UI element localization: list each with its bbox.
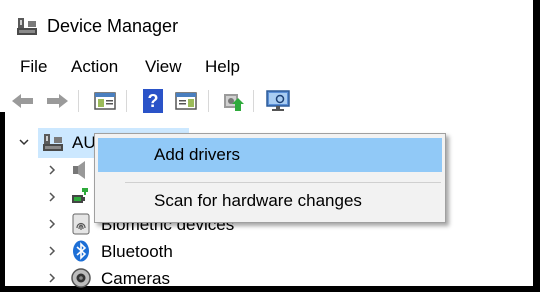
update-driver-icon (224, 94, 244, 111)
menu-item-label: Scan for hardware changes (154, 191, 362, 210)
show-hide-tree-button[interactable] (92, 88, 118, 114)
help-button[interactable]: ? (140, 88, 166, 114)
tree-item-label: Bluetooth (101, 242, 173, 261)
chevron-right-icon[interactable] (46, 191, 58, 203)
audio-speaker-icon (73, 161, 85, 179)
forward-arrow-icon (47, 94, 68, 108)
menu-bar: File Action View Help (0, 54, 533, 82)
title-bar: Device Manager (0, 0, 533, 52)
chevron-right-icon[interactable] (46, 164, 58, 176)
toolbar: ? (0, 84, 533, 118)
add-drivers-menu-item[interactable]: Add drivers (98, 138, 442, 172)
back-arrow-icon (12, 94, 33, 108)
fingerprint-icon (72, 213, 90, 235)
scan-hardware-changes-menu-item[interactable]: Scan for hardware changes (98, 184, 442, 218)
bluetooth-icon (73, 240, 89, 262)
menu-file[interactable]: File (18, 57, 49, 77)
computer-icon (43, 134, 63, 151)
toolbar-separator (208, 90, 209, 112)
properties-button[interactable] (173, 88, 199, 114)
scan-hardware-monitor-icon (266, 90, 290, 111)
menu-help[interactable]: Help (203, 57, 242, 77)
menu-view[interactable]: View (143, 57, 184, 77)
help-icon: ? (143, 89, 163, 113)
menu-item-label: Add drivers (154, 145, 240, 164)
device-manager-window: Device Manager File Action View Help ? A… (0, 0, 533, 288)
svg-text:?: ? (148, 91, 159, 111)
toolbar-separator (253, 90, 254, 112)
toolbar-separator (78, 90, 79, 112)
toolbar-separator (126, 90, 127, 112)
menu-separator (125, 182, 441, 183)
context-menu: Add drivers Scan for hardware changes (94, 133, 446, 223)
tree-item-cameras[interactable]: Cameras (0, 265, 300, 292)
tree-item-bluetooth[interactable]: Bluetooth (0, 238, 300, 265)
window-title: Device Manager (47, 16, 179, 36)
chevron-right-icon[interactable] (46, 272, 58, 284)
batteries-plug-icon (72, 188, 88, 203)
properties-pane-icon (175, 92, 197, 110)
device-manager-icon (17, 18, 37, 35)
chevron-down-icon[interactable] (18, 136, 30, 148)
forward-button[interactable] (44, 88, 70, 114)
menu-action[interactable]: Action (69, 57, 120, 77)
scan-hardware-button[interactable] (265, 88, 291, 114)
chevron-right-icon[interactable] (46, 218, 58, 230)
show-hide-console-tree-icon (94, 92, 116, 110)
background-window-edge (0, 112, 5, 286)
back-button[interactable] (10, 88, 36, 114)
update-driver-button[interactable] (220, 88, 246, 114)
tree-item-label: Cameras (101, 269, 170, 288)
chevron-right-icon[interactable] (46, 245, 58, 257)
